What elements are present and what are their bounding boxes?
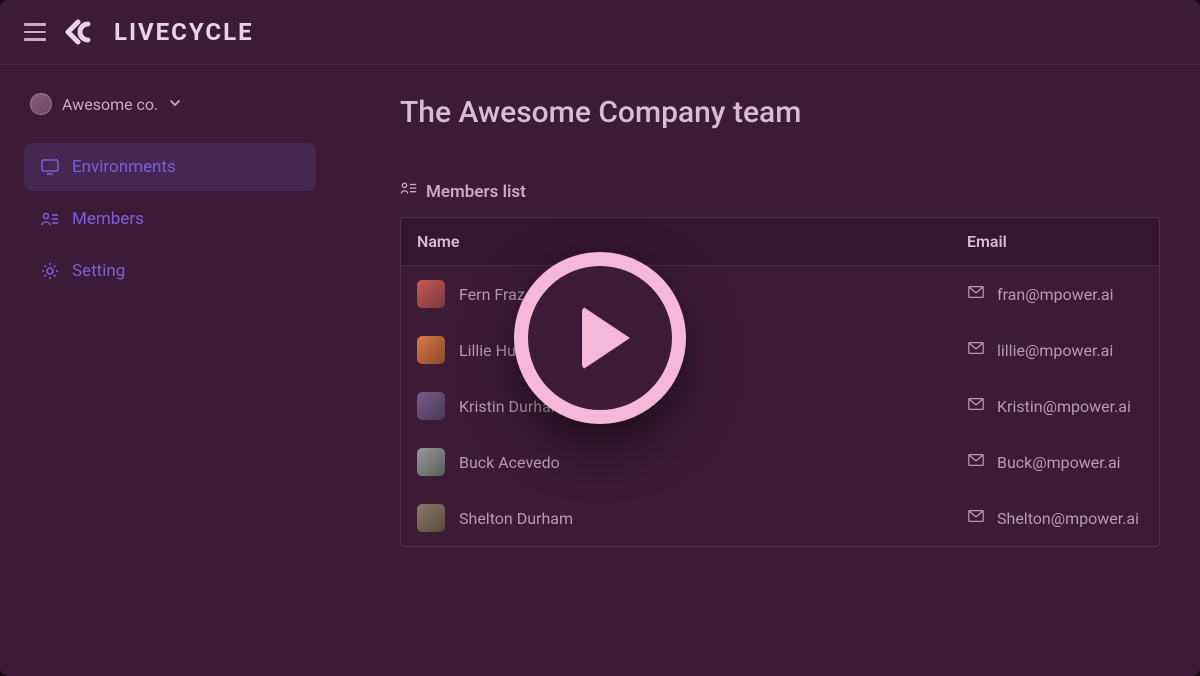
column-header-name: Name bbox=[417, 232, 967, 251]
nav-list: Environments Members Setting bbox=[24, 143, 316, 295]
member-name-cell: Fern Fraz bbox=[417, 280, 967, 308]
livecycle-logo-icon bbox=[64, 19, 104, 45]
member-email-cell: Kristin@mpower.ai bbox=[967, 395, 1143, 417]
member-name: Buck Acevedo bbox=[459, 453, 560, 472]
table-row[interactable]: Shelton Durham Shelton@mpower.ai bbox=[401, 490, 1159, 546]
avatar bbox=[417, 336, 445, 364]
section-header: Members list bbox=[400, 180, 1160, 203]
member-email-cell: fran@mpower.ai bbox=[967, 283, 1143, 305]
menu-toggle-button[interactable] bbox=[24, 23, 46, 41]
member-email: lillie@mpower.ai bbox=[997, 341, 1113, 360]
table-row[interactable]: Buck Acevedo Buck@mpower.ai bbox=[401, 434, 1159, 490]
org-name-label: Awesome co. bbox=[62, 95, 158, 114]
member-name-cell: Buck Acevedo bbox=[417, 448, 967, 476]
member-email-cell: lillie@mpower.ai bbox=[967, 339, 1143, 361]
member-email-cell: Shelton@mpower.ai bbox=[967, 507, 1143, 529]
brand-name: LIVECYCLE bbox=[114, 18, 254, 46]
org-avatar-icon bbox=[30, 93, 52, 115]
member-email: Shelton@mpower.ai bbox=[997, 509, 1139, 528]
members-table: Name Email Fern Fraz fran@mpowe bbox=[400, 217, 1160, 547]
page-title: The Awesome Company team bbox=[400, 95, 1160, 130]
section-label: Members list bbox=[426, 182, 526, 202]
avatar bbox=[417, 280, 445, 308]
sidebar-item-members[interactable]: Members bbox=[24, 195, 316, 243]
sidebar-item-setting[interactable]: Setting bbox=[24, 247, 316, 295]
sidebar-item-label: Members bbox=[72, 209, 144, 229]
table-row[interactable]: Kristin Durham Kristin@mpower.ai bbox=[401, 378, 1159, 434]
app-header: LIVECYCLE bbox=[0, 0, 1200, 65]
avatar bbox=[417, 448, 445, 476]
envelope-icon bbox=[967, 283, 985, 305]
chevron-down-icon bbox=[168, 95, 182, 114]
org-switcher[interactable]: Awesome co. bbox=[24, 93, 316, 115]
member-email: fran@mpower.ai bbox=[997, 285, 1114, 304]
envelope-icon bbox=[967, 395, 985, 417]
table-body: Fern Fraz fran@mpower.ai Lillie Hun bbox=[401, 266, 1159, 546]
avatar bbox=[417, 504, 445, 532]
members-icon bbox=[40, 209, 60, 229]
content-panel: The Awesome Company team Members list Na… bbox=[340, 65, 1200, 676]
envelope-icon bbox=[967, 451, 985, 473]
member-email: Buck@mpower.ai bbox=[997, 453, 1121, 472]
member-email: Kristin@mpower.ai bbox=[997, 397, 1131, 416]
sidebar-item-label: Environments bbox=[72, 157, 176, 177]
member-name: Shelton Durham bbox=[459, 509, 573, 528]
avatar bbox=[417, 392, 445, 420]
play-video-button[interactable] bbox=[514, 252, 686, 424]
member-name-cell: Shelton Durham bbox=[417, 504, 967, 532]
member-email-cell: Buck@mpower.ai bbox=[967, 451, 1143, 473]
brand-logo[interactable]: LIVECYCLE bbox=[64, 18, 254, 46]
play-icon bbox=[582, 306, 630, 370]
monitor-icon bbox=[40, 157, 60, 177]
member-name: Fern Fraz bbox=[459, 285, 525, 304]
member-name-cell: Lillie Hunt bbox=[417, 336, 967, 364]
members-list-icon bbox=[400, 180, 418, 203]
envelope-icon bbox=[967, 339, 985, 361]
table-row[interactable]: Fern Fraz fran@mpower.ai bbox=[401, 266, 1159, 322]
sidebar: Awesome co. Environments Members bbox=[0, 65, 340, 676]
gear-icon bbox=[40, 261, 60, 281]
column-header-email: Email bbox=[967, 232, 1143, 251]
member-name-cell: Kristin Durham bbox=[417, 392, 967, 420]
sidebar-item-environments[interactable]: Environments bbox=[24, 143, 316, 191]
sidebar-item-label: Setting bbox=[72, 261, 125, 281]
table-header: Name Email bbox=[401, 218, 1159, 266]
envelope-icon bbox=[967, 507, 985, 529]
